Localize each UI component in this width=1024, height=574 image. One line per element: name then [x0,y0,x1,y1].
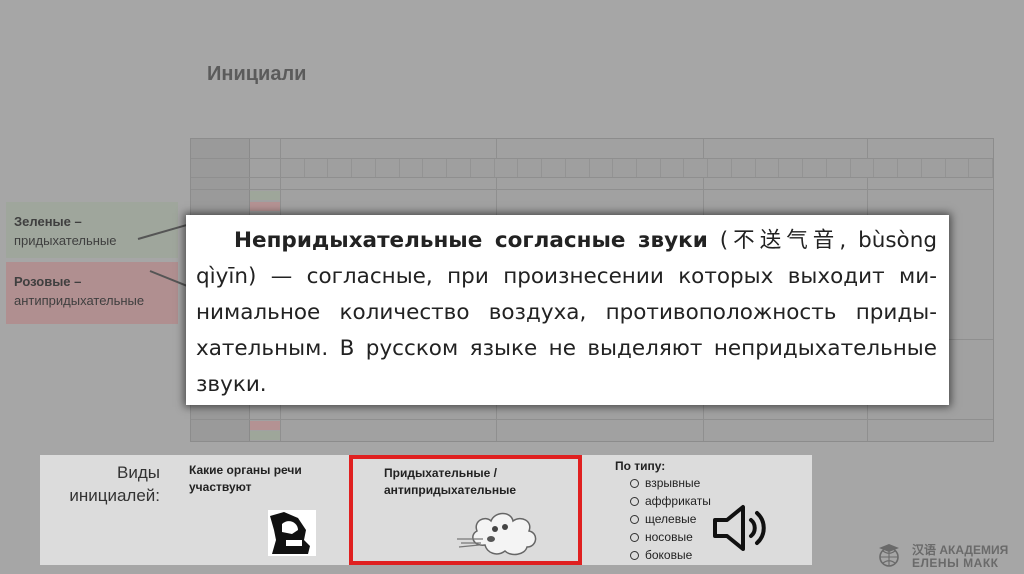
graduation-globe-icon [879,544,899,567]
academy-watermark: 汉语 АКАДЕМИЯ ЕЛЕНЫ МАКК [876,540,1022,572]
list-item: боковые [630,546,711,564]
definition-chinese: 不送气音 [728,228,840,253]
speaker-icon [713,505,766,551]
watermark-line2: ЕЛЕНЫ МАКК [912,556,999,570]
definition-popup: Непридыхательные согласные звуки (不送气音, … [186,215,949,405]
table-header-cells [281,159,994,177]
bullet-icon [630,497,639,506]
types-label: Виды инициалей: [69,463,160,505]
list-item: щелевые [630,510,711,528]
definition-body: ) — согласные, при произнесении которых … [196,264,937,397]
bullet-icon [630,515,639,524]
legend-pink-sub: антипридыхательные [14,293,145,308]
consonant-type-list: взрывные аффрикаты щелевые носовые боков… [630,474,711,564]
slide-title: Инициали [207,63,307,85]
mouth-profile-icon [268,510,316,556]
legend-pink-title: Розовые – [14,274,82,289]
legend-green-title: Зеленые – [14,214,82,229]
definition-text: Непридыхательные согласные звуки (不送气音, … [196,228,937,397]
definition-term: Непридыхательные согласные звуки [234,228,708,253]
list-item: аффрикаты [630,492,711,510]
blowing-cloud-icon [457,512,537,556]
list-item: взрывные [630,474,711,492]
legend-green-sub: придыхательные [14,233,117,248]
organs-label: Какие органы речи участвуют [189,463,302,494]
bullet-icon [630,479,639,488]
legend-green-box: Зеленые – придыхательные [6,202,178,258]
bullet-icon [630,551,639,560]
aspiration-label: Придыхательные / антипридыхательные [384,466,517,497]
bullet-icon [630,533,639,542]
list-item: носовые [630,528,711,546]
by-type-label: По типу: [615,459,666,473]
